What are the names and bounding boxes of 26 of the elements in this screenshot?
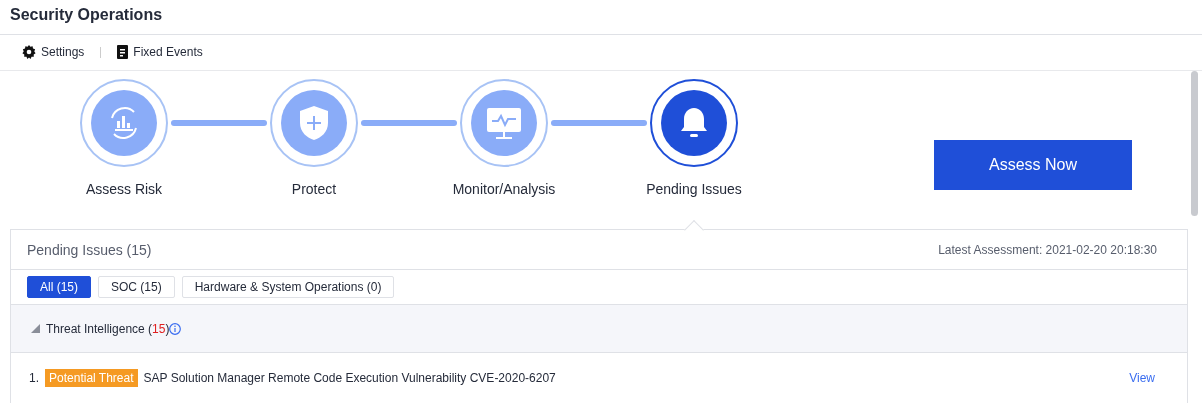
collapse-triangle-icon[interactable] — [31, 324, 40, 333]
step-label: Assess Risk — [85, 181, 163, 197]
step-label: Monitor/Analysis — [452, 181, 556, 197]
fixed-events-link[interactable]: Fixed Events — [117, 45, 203, 60]
scrollbar[interactable] — [1191, 71, 1198, 216]
filter-tab[interactable]: All (15) — [27, 276, 91, 298]
panel-title: Pending Issues (15) — [27, 241, 152, 258]
step-label: Protect — [291, 181, 337, 197]
document-icon — [117, 45, 129, 60]
shield-plus-icon — [297, 104, 331, 142]
view-link[interactable]: View — [1129, 371, 1155, 385]
settings-link[interactable]: Settings — [22, 45, 85, 60]
filter-tab[interactable]: SOC (15) — [98, 276, 175, 298]
assess-now-button[interactable]: Assess Now — [934, 140, 1132, 190]
group-title: Threat Intelligence (15) — [46, 321, 170, 336]
threat-tag: Potential Threat — [45, 369, 138, 387]
settings-icon — [22, 45, 36, 60]
monitor-pulse-icon — [484, 105, 524, 141]
group-header[interactable]: Threat Intelligence (15) — [11, 305, 1187, 353]
info-icon[interactable] — [169, 322, 182, 335]
issue-number: 1. — [29, 371, 39, 385]
latest-assessment: Latest Assessment: 2021-02-20 20:18:30 — [938, 242, 1157, 257]
filter-tab[interactable]: Hardware & System Operations (0) — [181, 276, 395, 298]
page-title: Security Operations — [0, 0, 1202, 35]
issue-title: SAP Solution Manager Remote Code Execution Vulnerability CVE-2020-6207 — [143, 371, 557, 385]
step-label: Pending Issues — [646, 181, 742, 197]
